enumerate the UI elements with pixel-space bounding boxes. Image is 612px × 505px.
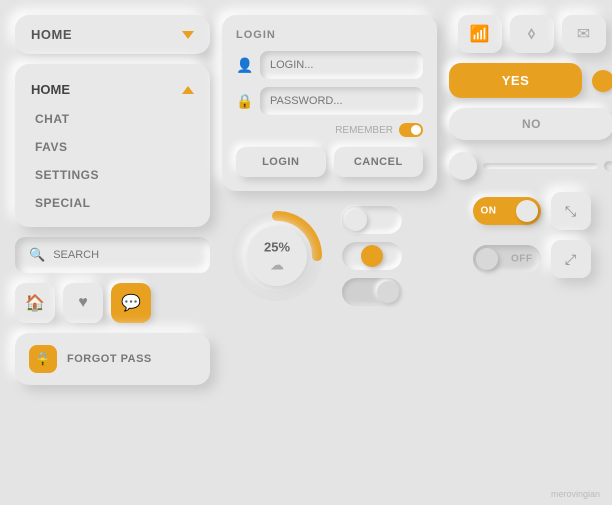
yes-dot-indicator bbox=[592, 70, 612, 92]
slider-row bbox=[449, 150, 612, 182]
slider-knob[interactable] bbox=[449, 152, 477, 180]
sidebar-item-favs[interactable]: FAVS bbox=[15, 133, 210, 161]
login-title: LOGIN bbox=[236, 29, 423, 41]
remember-label: REMEMBER bbox=[335, 125, 393, 136]
compress-icon: ⤢ bbox=[565, 251, 576, 268]
off-row: OFF ⤢ bbox=[449, 240, 612, 278]
remember-toggle[interactable] bbox=[399, 123, 423, 137]
on-label: ON bbox=[481, 206, 497, 217]
search-bar: 🔍 bbox=[15, 237, 210, 273]
password-row: 🔒 bbox=[236, 87, 423, 115]
username-input[interactable] bbox=[260, 51, 423, 79]
heart-icon-button[interactable]: ♥ bbox=[63, 283, 103, 323]
forgot-pass-label: FORGOT PASS bbox=[67, 353, 152, 365]
bluetooth-icon-button[interactable]: ⬨ bbox=[510, 15, 554, 53]
yes-button[interactable]: YES bbox=[449, 63, 582, 98]
toggle-1-knob bbox=[345, 209, 367, 231]
off-knob bbox=[476, 248, 498, 270]
wifi-icon: 📶 bbox=[470, 24, 490, 44]
yes-button-row: YES bbox=[449, 63, 612, 98]
forgot-pass-button[interactable]: 🔒 FORGOT PASS bbox=[15, 333, 210, 385]
home-icon-button[interactable]: 🏠 bbox=[15, 283, 55, 323]
no-button[interactable]: NO bbox=[449, 108, 612, 140]
toggle-3-knob bbox=[377, 281, 399, 303]
lock-icon: 🔒 bbox=[29, 345, 57, 373]
on-knob bbox=[516, 200, 538, 222]
sidebar-item-special[interactable]: SPECIAL bbox=[15, 189, 210, 217]
sidebar-item-chat[interactable]: CHAT bbox=[15, 105, 210, 133]
on-off-row: ON ⤡ bbox=[449, 192, 612, 230]
chevron-down-icon bbox=[182, 31, 194, 39]
menu-header-label: HOME bbox=[31, 82, 70, 97]
username-row: 👤 bbox=[236, 51, 423, 79]
progress-percent: 25% bbox=[264, 240, 290, 255]
menu-open: HOME CHAT FAVS SETTINGS SPECIAL bbox=[15, 64, 210, 227]
toggle-2[interactable] bbox=[342, 242, 402, 270]
toggle-1[interactable] bbox=[342, 206, 402, 234]
action-icons-row: 🏠 ♥ 💬 bbox=[15, 283, 210, 323]
no-button-row: NO bbox=[449, 108, 612, 140]
search-input[interactable] bbox=[53, 249, 196, 261]
login-form: LOGIN 👤 🔒 REMEMBER LOGIN CANCEL bbox=[222, 15, 437, 191]
on-toggle[interactable]: ON bbox=[473, 197, 541, 225]
sidebar-item-settings[interactable]: SETTINGS bbox=[15, 161, 210, 189]
dropdown-closed[interactable]: HOME bbox=[15, 15, 210, 54]
toggle-3[interactable] bbox=[342, 278, 402, 306]
slider-track[interactable] bbox=[483, 163, 598, 169]
lock-field-icon: 🔒 bbox=[236, 93, 252, 110]
toggle-2-knob bbox=[361, 245, 383, 267]
bluetooth-icon: ⬨ bbox=[528, 25, 535, 43]
login-button[interactable]: LOGIN bbox=[236, 147, 326, 177]
progress-inner: 25% ☁ bbox=[264, 239, 290, 274]
download-icon: ☁ bbox=[264, 257, 290, 274]
menu-header: HOME bbox=[15, 74, 210, 105]
slider-end-dot bbox=[604, 161, 612, 171]
cancel-button[interactable]: CANCEL bbox=[334, 147, 424, 177]
wifi-icon-button[interactable]: 📶 bbox=[458, 15, 502, 53]
expand-icon-button[interactable]: ⤡ bbox=[551, 192, 591, 230]
expand-icon: ⤡ bbox=[565, 203, 576, 220]
progress-circle: 25% ☁ bbox=[222, 201, 332, 311]
chat-icon-button[interactable]: 💬 bbox=[111, 283, 151, 323]
top-icon-buttons: 📶 ⬨ ✉ bbox=[449, 15, 612, 53]
mail-icon-button[interactable]: ✉ bbox=[562, 15, 606, 53]
password-input[interactable] bbox=[260, 87, 423, 115]
user-icon: 👤 bbox=[236, 57, 252, 74]
chevron-up-icon[interactable] bbox=[182, 86, 194, 94]
mail-icon: ✉ bbox=[577, 24, 590, 44]
watermark: merovingian bbox=[551, 489, 600, 499]
remember-row: REMEMBER bbox=[236, 123, 423, 137]
search-icon: 🔍 bbox=[29, 247, 45, 263]
form-buttons: LOGIN CANCEL bbox=[236, 147, 423, 177]
off-label: OFF bbox=[511, 254, 533, 265]
off-toggle[interactable]: OFF bbox=[473, 245, 541, 273]
dropdown-label: HOME bbox=[31, 27, 72, 42]
compress-icon-button[interactable]: ⤢ bbox=[551, 240, 591, 278]
